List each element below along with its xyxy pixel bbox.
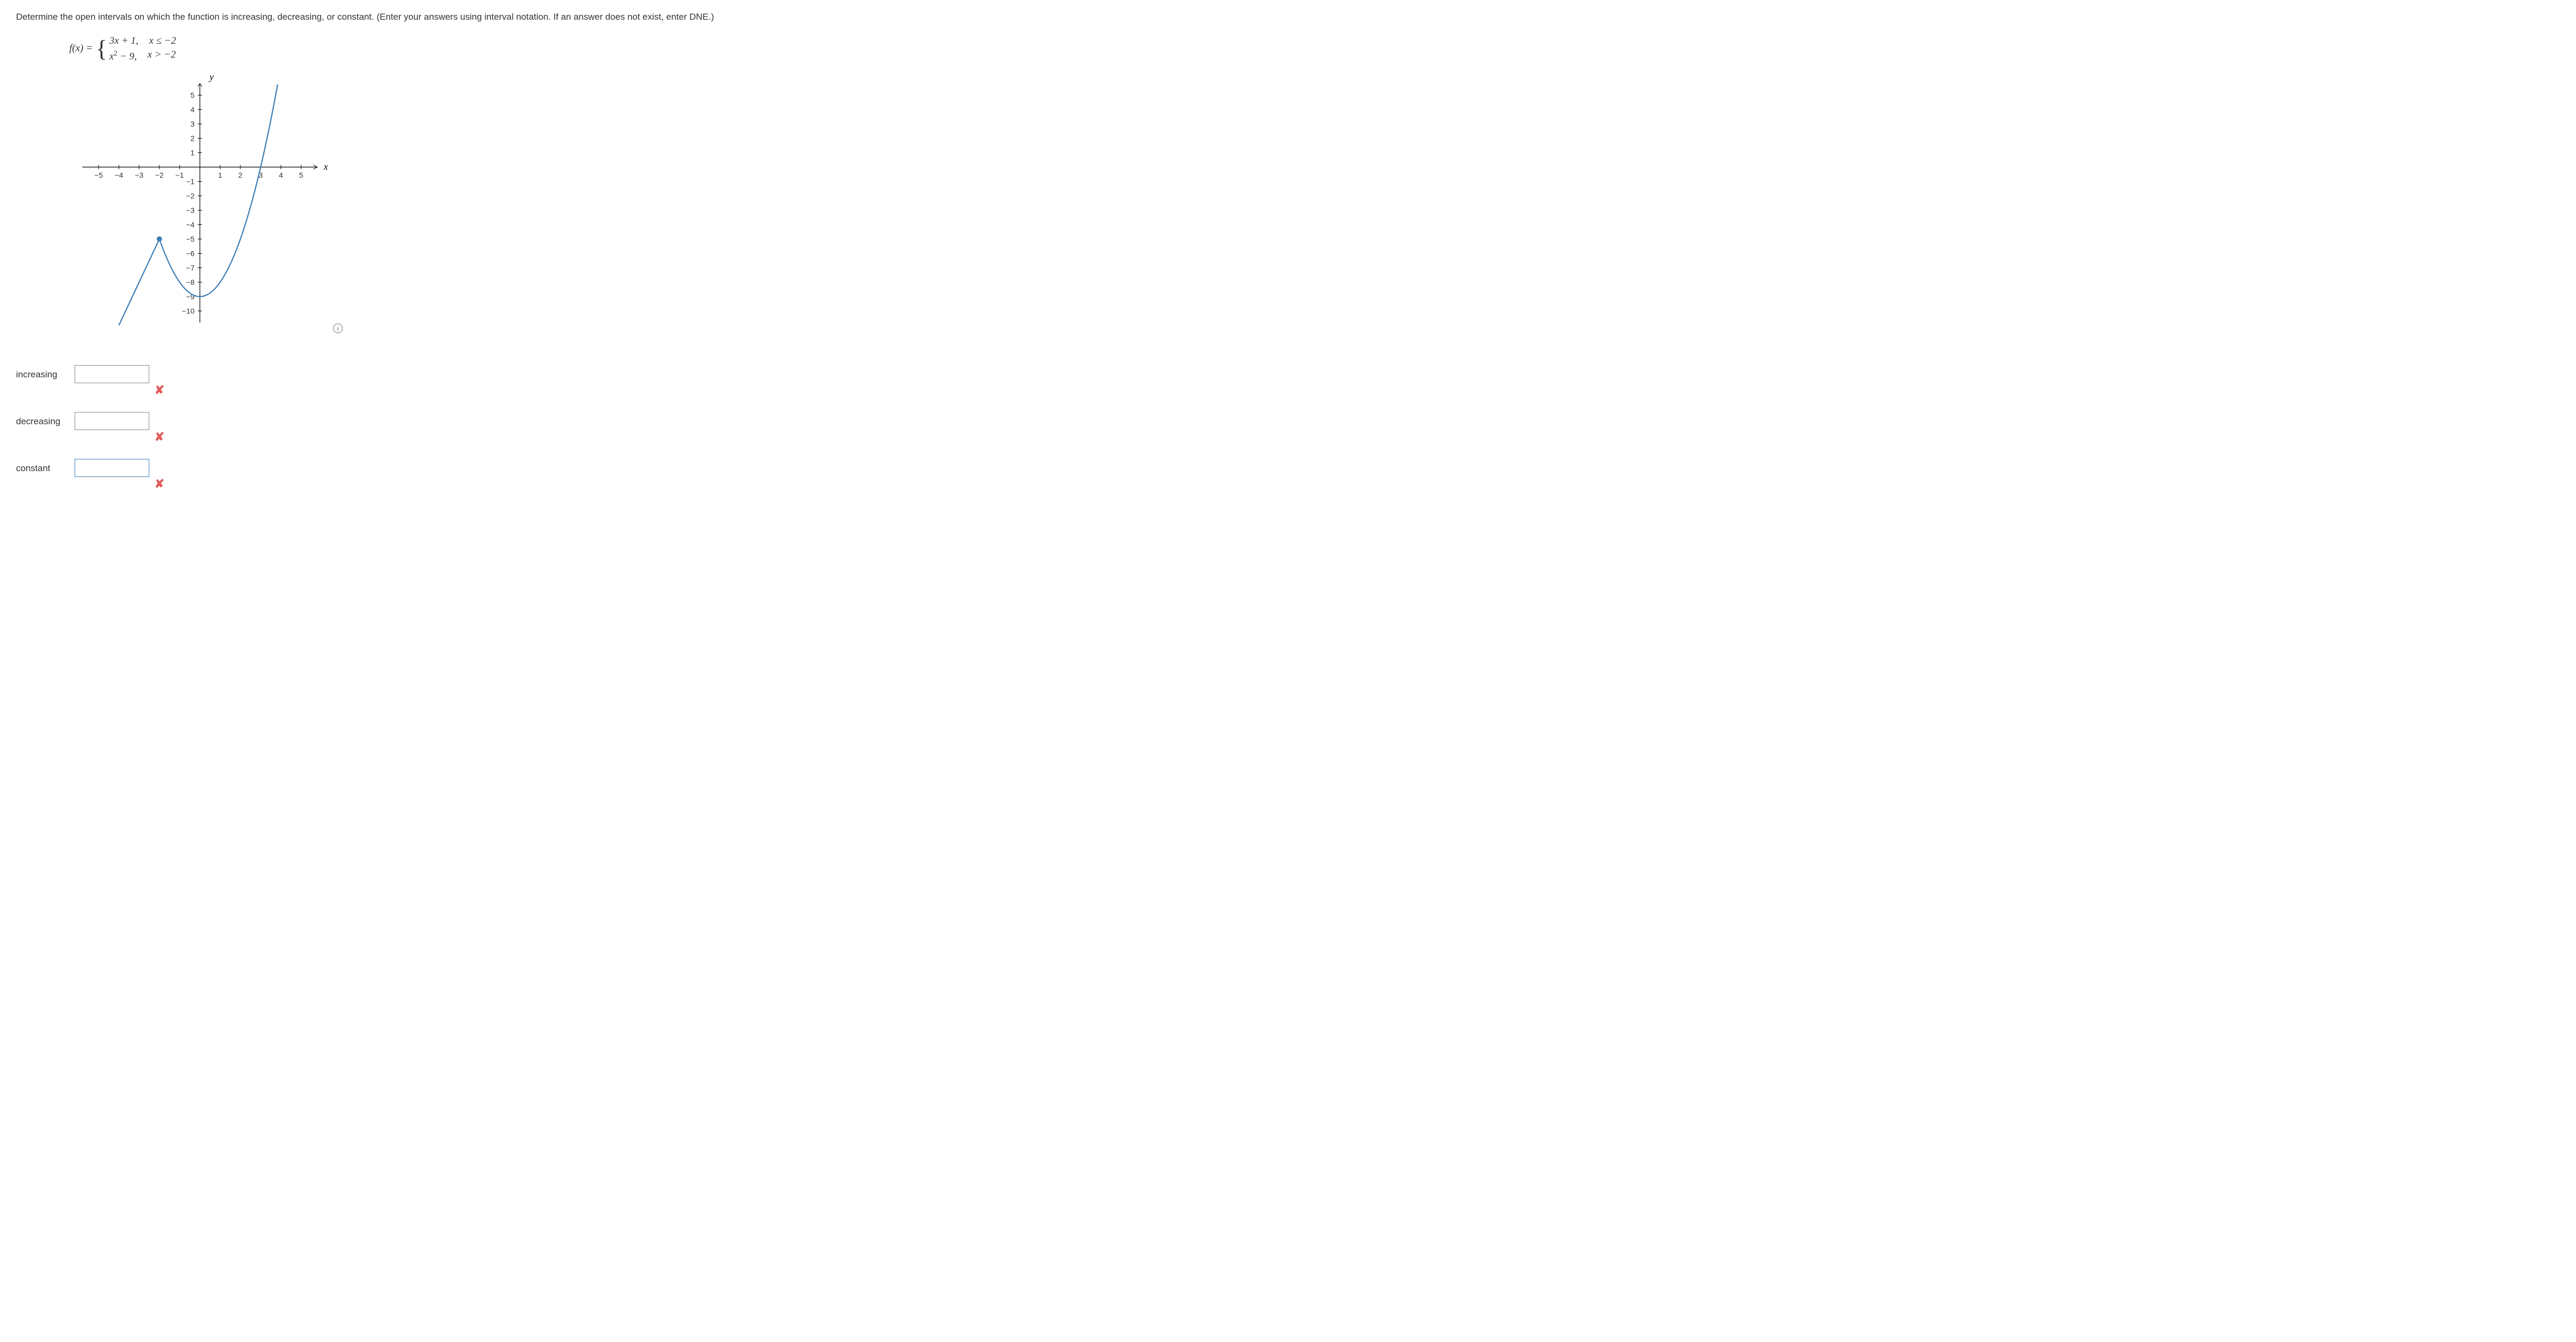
svg-text:−4: −4 <box>186 221 195 229</box>
svg-text:x: x <box>323 161 328 172</box>
svg-text:−7: −7 <box>186 264 195 272</box>
svg-text:−4: −4 <box>115 171 123 180</box>
decreasing-label: decreasing <box>16 412 75 427</box>
svg-text:−2: −2 <box>186 192 195 200</box>
svg-text:−1: −1 <box>175 171 184 180</box>
svg-text:4: 4 <box>190 106 195 114</box>
svg-text:y: y <box>208 73 214 82</box>
piecewise-formula: f(x) = { 3x + 1, x ≤ −2 x2 − 9, x > −2 <box>69 35 2560 62</box>
answers-section: increasing ✘ decreasing ✘ constant ✘ <box>16 365 2560 491</box>
svg-text:5: 5 <box>190 91 195 100</box>
function-plot: xy−5−4−3−2−112345−10−9−8−7−6−5−4−3−2−112… <box>67 73 333 339</box>
svg-text:3: 3 <box>190 120 195 128</box>
svg-text:−3: −3 <box>186 206 195 215</box>
svg-text:4: 4 <box>279 171 283 180</box>
decreasing-row: decreasing ✘ <box>16 412 2560 444</box>
info-icon[interactable]: i <box>333 324 343 333</box>
wrong-icon: ✘ <box>155 477 164 491</box>
increasing-label: increasing <box>16 365 75 380</box>
svg-text:−5: −5 <box>94 171 103 180</box>
svg-text:5: 5 <box>299 171 303 180</box>
svg-text:1: 1 <box>190 149 195 157</box>
svg-text:1: 1 <box>218 171 222 180</box>
constant-input[interactable] <box>75 459 149 477</box>
svg-text:−8: −8 <box>186 278 195 287</box>
wrong-icon: ✘ <box>155 383 164 397</box>
svg-text:−5: −5 <box>186 235 195 244</box>
svg-text:−6: −6 <box>186 249 195 258</box>
svg-text:−3: −3 <box>135 171 143 180</box>
formula-prefix: f(x) = <box>69 43 93 54</box>
increasing-row: increasing ✘ <box>16 365 2560 397</box>
graph-container: xy−5−4−3−2−112345−10−9−8−7−6−5−4−3−2−112… <box>67 73 2560 349</box>
piece2-expr: x2 − 9, <box>109 49 137 62</box>
piece2-cond: x > −2 <box>148 49 176 62</box>
brace-icon: { <box>96 39 107 58</box>
svg-text:−2: −2 <box>155 171 164 180</box>
increasing-input[interactable] <box>75 365 149 383</box>
question-text: Determine the open intervals on which th… <box>16 11 2560 23</box>
piece1-expr: 3x + 1, <box>109 35 139 47</box>
piece1-cond: x ≤ −2 <box>149 35 176 47</box>
svg-text:2: 2 <box>238 171 243 180</box>
svg-text:2: 2 <box>190 134 195 143</box>
constant-label: constant <box>16 459 75 474</box>
svg-text:−10: −10 <box>182 307 195 316</box>
svg-text:−1: −1 <box>186 177 195 186</box>
decreasing-input[interactable] <box>75 412 149 430</box>
wrong-icon: ✘ <box>155 430 164 444</box>
constant-row: constant ✘ <box>16 459 2560 491</box>
